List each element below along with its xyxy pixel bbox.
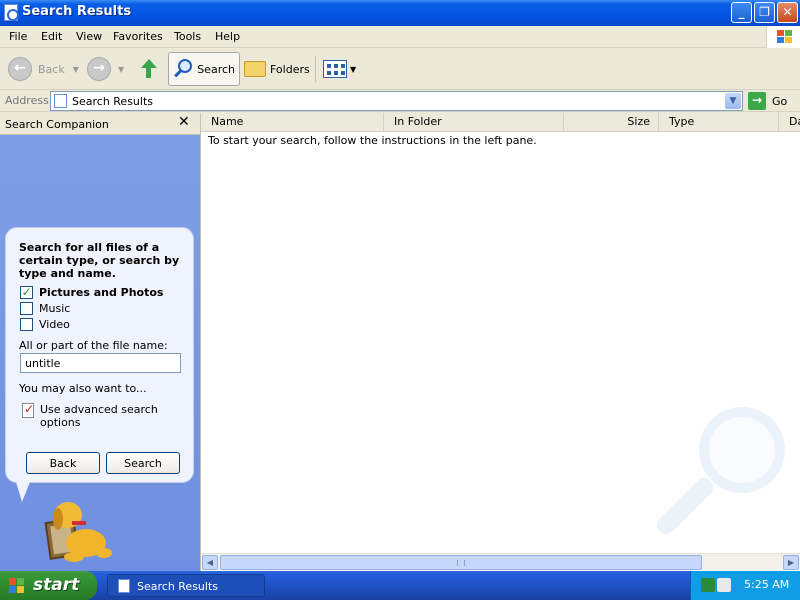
checkbox-icon[interactable] (20, 301, 33, 315)
taskbar-item-label: Search Results (137, 580, 219, 593)
menu-help[interactable]: Help (215, 30, 240, 43)
toolbar-separator (315, 56, 316, 82)
search-prompt: Search for all files of a certain type, … (19, 241, 180, 280)
advanced-search-link[interactable]: Use advanced search options (22, 402, 160, 429)
search-results-icon (4, 4, 19, 21)
scroll-right-icon[interactable]: ▶ (783, 555, 799, 570)
search-balloon: Search for all files of a certain type, … (5, 227, 194, 483)
restore-button[interactable]: ❐ (754, 2, 775, 23)
menu-edit[interactable]: Edit (41, 30, 62, 43)
go-button[interactable]: → Go (748, 92, 787, 110)
search-toolbar-button[interactable]: Search (168, 52, 240, 86)
menu-file[interactable]: File (9, 30, 27, 43)
column-type[interactable]: Type (659, 113, 779, 131)
close-pane-icon[interactable]: ✕ (178, 114, 190, 130)
views-button[interactable]: ▼ (323, 52, 356, 86)
taskbar: start Search Results 5:25 AM (0, 571, 800, 600)
magnifier-watermark-icon (641, 393, 791, 553)
back-nav-label: Back (38, 62, 65, 76)
address-label: Address (5, 94, 49, 107)
back-arrow-icon: ← (8, 57, 32, 81)
taskbar-item-search-results[interactable]: Search Results (107, 574, 265, 597)
forward-dropdown-icon[interactable]: ▼ (118, 65, 124, 74)
forward-nav-button[interactable]: → ▼ (87, 52, 124, 86)
back-button[interactable]: Back (26, 452, 100, 474)
horizontal-scrollbar[interactable]: ◀ ▶ (201, 553, 800, 570)
start-label: start (33, 575, 80, 595)
folder-icon (244, 61, 266, 77)
search-results-icon (118, 579, 130, 593)
folders-toolbar-button[interactable]: Folders (244, 52, 310, 86)
address-field[interactable]: Search Results ▼ (50, 91, 743, 111)
option-music[interactable]: Music (20, 301, 70, 315)
menu-tools[interactable]: Tools (174, 30, 201, 43)
network-icon[interactable] (701, 578, 715, 592)
column-size[interactable]: Size (564, 113, 659, 131)
folders-toolbar-label: Folders (270, 62, 310, 76)
start-button[interactable]: start (0, 571, 97, 600)
search-toolbar-label: Search (197, 62, 235, 76)
windows-flag-icon (9, 578, 24, 593)
option-video[interactable]: Video (20, 317, 70, 331)
up-arrow-icon (136, 58, 158, 80)
close-button[interactable]: ✕ (777, 2, 798, 23)
checkbox-icon[interactable] (20, 317, 33, 331)
menu-favorites[interactable]: Favorites (113, 30, 163, 43)
option-pictures-label: Pictures and Photos (39, 285, 164, 299)
menu-bar: File Edit View Favorites Tools Help (0, 26, 800, 48)
column-in-folder[interactable]: In Folder (384, 113, 564, 131)
address-dropdown-icon[interactable]: ▼ (725, 93, 741, 109)
up-folder-button[interactable] (136, 52, 158, 86)
forward-arrow-icon: → (87, 57, 111, 81)
scroll-left-icon[interactable]: ◀ (202, 555, 218, 570)
back-nav-button[interactable]: ← Back ▼ (8, 52, 79, 86)
also-want-text: You may also want to... (19, 382, 147, 395)
address-bar: Address Search Results ▼ → Go (0, 90, 800, 112)
windows-logo-icon (766, 26, 800, 48)
back-dropdown-icon[interactable]: ▼ (73, 65, 79, 74)
checkbox-checked-icon[interactable]: ✓ (20, 285, 33, 299)
go-arrow-icon: → (748, 92, 766, 110)
filename-input[interactable] (20, 353, 181, 373)
option-pictures[interactable]: ✓ Pictures and Photos (20, 285, 163, 299)
advanced-options-icon (22, 402, 34, 418)
search-button[interactable]: Search (106, 452, 180, 474)
minimize-button[interactable]: _ (731, 2, 752, 23)
balloon-tail (16, 482, 30, 502)
search-dog-icon (44, 502, 112, 562)
search-results-icon (54, 94, 67, 108)
filename-label: All or part of the file name: (19, 339, 168, 352)
security-icon[interactable] (717, 578, 731, 592)
column-date[interactable]: Da (779, 113, 800, 131)
column-header: Name In Folder Size Type Da (201, 113, 800, 132)
views-dropdown-icon: ▼ (350, 64, 357, 74)
toolbar: ← Back ▼ → ▼ Search Folders ▼ (0, 48, 800, 90)
search-companion-pane: Search Companion ✕ Search for all files … (0, 113, 200, 571)
menu-view[interactable]: View (76, 30, 102, 43)
clock: 5:25 AM (744, 578, 790, 591)
system-tray: 5:25 AM (690, 571, 800, 600)
window-title: Search Results (22, 4, 132, 19)
option-video-label: Video (39, 317, 70, 331)
search-companion-title: Search Companion (5, 118, 109, 131)
scroll-thumb[interactable] (220, 555, 702, 570)
go-label: Go (772, 94, 788, 108)
search-companion-header: Search Companion ✕ (0, 113, 200, 135)
instructions-text: To start your search, follow the instruc… (208, 134, 537, 147)
title-bar[interactable]: Search Results _ ❐ ✕ (0, 0, 800, 26)
views-icon (323, 60, 347, 78)
advanced-search-label: Use advanced search options (40, 403, 158, 429)
magnifier-icon (173, 58, 193, 80)
column-name[interactable]: Name (201, 113, 384, 131)
results-pane: Name In Folder Size Type Da To start you… (200, 113, 800, 571)
option-music-label: Music (39, 301, 71, 315)
address-value: Search Results (72, 95, 154, 108)
